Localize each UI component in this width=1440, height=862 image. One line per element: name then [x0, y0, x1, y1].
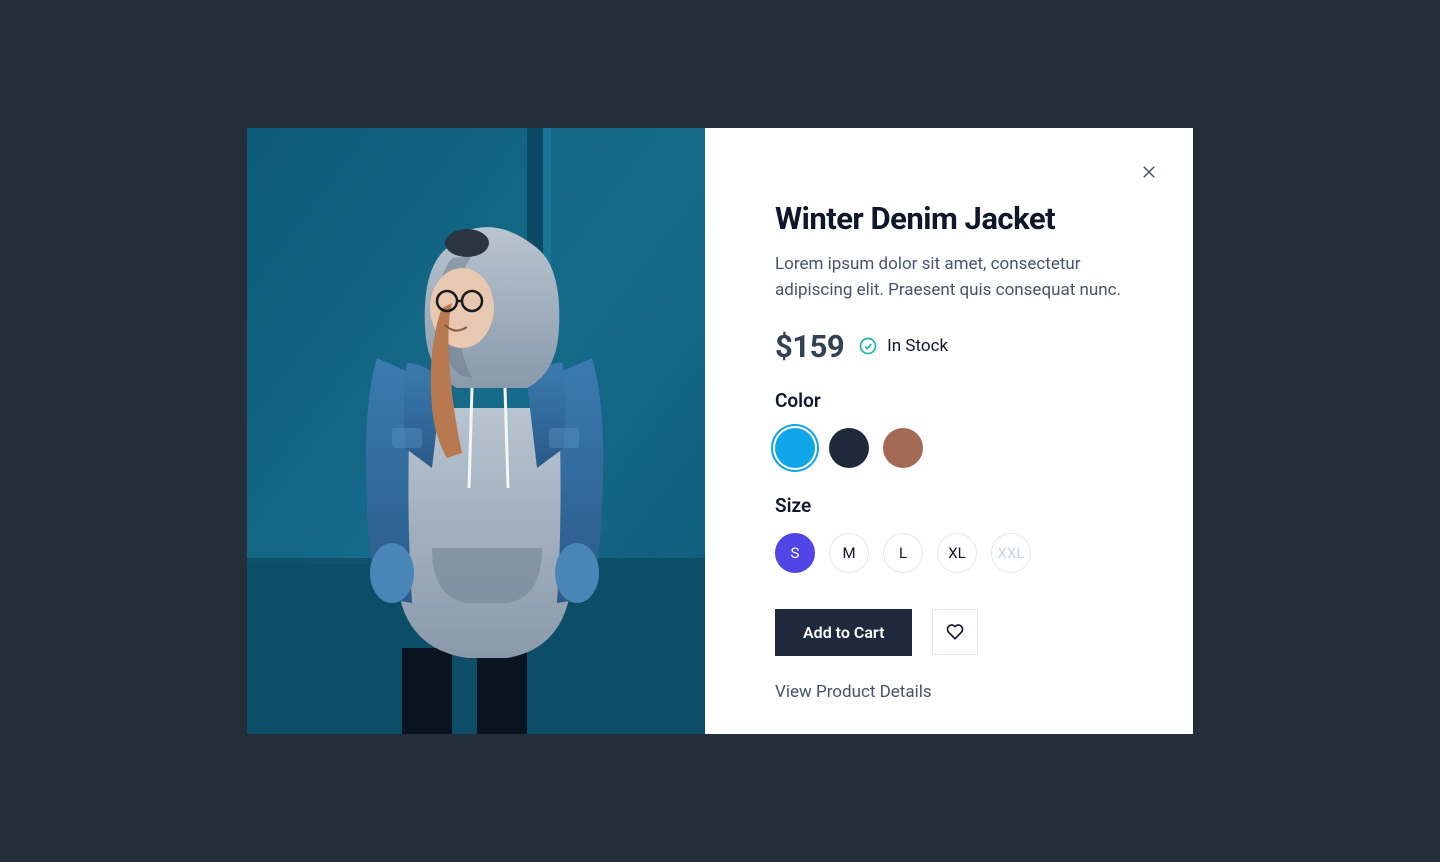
check-circle-icon: [858, 336, 878, 356]
size-options: SML XL XXL: [775, 533, 1143, 573]
size-section-label: Size: [775, 494, 1143, 517]
product-title: Winter Denim Jacket: [775, 200, 1143, 237]
product-price: $159: [775, 328, 844, 365]
stock-badge: In Stock: [858, 336, 948, 356]
close-icon: [1140, 163, 1158, 181]
product-description: Lorem ipsum dolor sit amet, consectetur …: [775, 251, 1135, 304]
color-swatch-brown[interactable]: [883, 428, 923, 468]
close-button[interactable]: [1133, 156, 1165, 188]
product-quick-view-modal: Winter Denim Jacket Lorem ipsum dolor si…: [247, 128, 1193, 734]
stock-status: In Stock: [887, 336, 948, 356]
size-option-xl[interactable]: XL: [937, 533, 977, 573]
wishlist-button[interactable]: [932, 609, 978, 655]
color-swatch-blue[interactable]: [775, 428, 815, 468]
heart-icon: [945, 622, 965, 642]
price-row: $159 In Stock: [775, 328, 1143, 365]
product-image: [247, 128, 705, 734]
size-option-m[interactable]: M: [829, 533, 869, 573]
action-row: Add to Cart: [775, 609, 1143, 656]
size-option-l[interactable]: L: [883, 533, 923, 573]
size-option-xxl: XXL: [991, 533, 1031, 573]
color-swatch-navy[interactable]: [829, 428, 869, 468]
product-details-panel: Winter Denim Jacket Lorem ipsum dolor si…: [705, 128, 1193, 734]
add-to-cart-button[interactable]: Add to Cart: [775, 609, 912, 656]
view-details-link[interactable]: View Product Details: [775, 682, 932, 702]
color-section-label: Color: [775, 389, 1143, 412]
size-option-s[interactable]: S: [775, 533, 815, 573]
color-options: [775, 428, 1143, 468]
